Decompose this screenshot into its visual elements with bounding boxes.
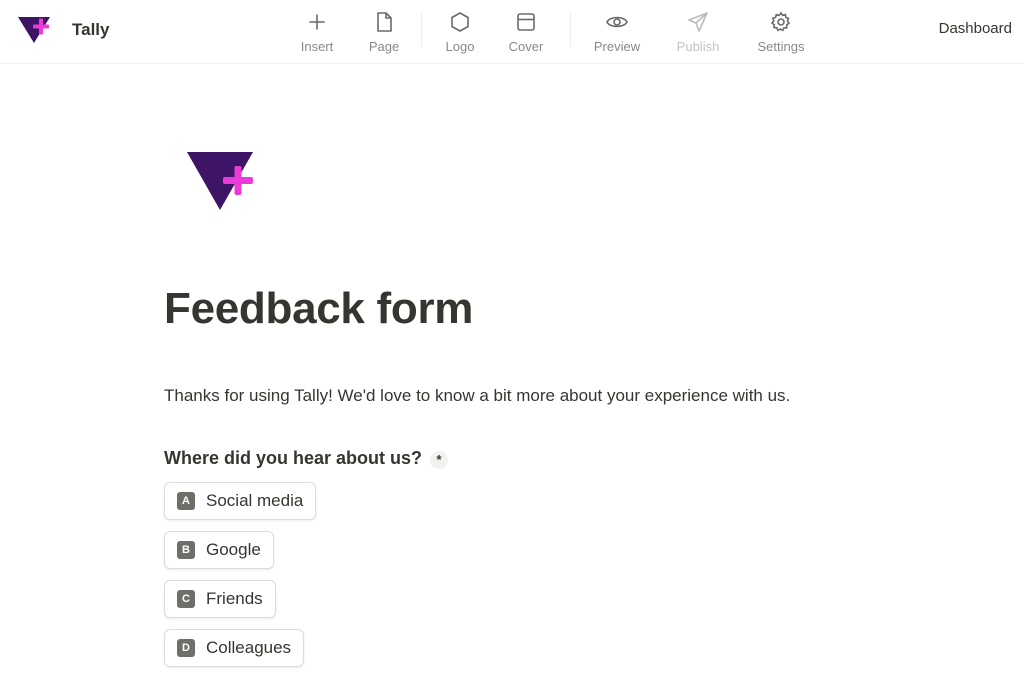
eye-icon <box>605 10 629 34</box>
preview-button[interactable]: Preview <box>579 8 655 56</box>
form-title[interactable]: Feedback form <box>164 284 473 334</box>
publish-label: Publish <box>676 39 720 54</box>
choice-list: A Social media B Google C Friends D Coll… <box>164 482 317 678</box>
option-friends[interactable]: C Friends <box>164 580 276 618</box>
logo-button[interactable]: Logo <box>430 8 490 56</box>
top-bar: Tally Insert Page Logo Cover Preview Pub… <box>0 0 1024 64</box>
insert-button[interactable]: Insert <box>284 8 350 56</box>
cover-icon <box>514 10 538 34</box>
option-colleagues[interactable]: D Colleagues <box>164 629 305 667</box>
form-description[interactable]: Thanks for using Tally! We'd love to kno… <box>164 386 790 406</box>
option-label: Friends <box>206 589 263 608</box>
required-indicator: * <box>430 450 449 469</box>
option-social-media[interactable]: A Social media <box>164 482 317 520</box>
settings-label: Settings <box>757 39 805 54</box>
option-key-badge: D <box>177 639 195 657</box>
tally-logo-icon <box>16 14 52 46</box>
cover-button[interactable]: Cover <box>490 8 562 56</box>
publish-button[interactable]: Publish <box>655 8 741 56</box>
settings-button[interactable]: Settings <box>741 8 821 56</box>
hexagon-icon <box>448 10 472 34</box>
question-text: Where did you hear about us? <box>164 448 423 468</box>
page-icon <box>372 10 396 34</box>
editor-toolbar: Insert Page Logo Cover Preview Publish S… <box>284 8 821 56</box>
question-heading: Where did you hear about us? * <box>164 448 449 469</box>
plus-icon <box>305 10 329 34</box>
option-label: Google <box>206 540 261 559</box>
toolbar-divider <box>570 13 571 47</box>
page-label: Page <box>368 39 400 54</box>
option-label: Colleagues <box>206 638 292 657</box>
page-button[interactable]: Page <box>350 8 418 56</box>
insert-label: Insert <box>300 39 334 54</box>
toolbar-divider <box>421 13 422 47</box>
preview-label: Preview <box>593 39 641 54</box>
cover-label: Cover <box>508 39 544 54</box>
option-label: Social media <box>206 491 304 510</box>
send-icon <box>686 10 710 34</box>
form-logo[interactable] <box>186 150 258 219</box>
option-key-badge: B <box>177 541 195 559</box>
app-name: Tally <box>72 20 110 39</box>
brand[interactable]: Tally <box>16 12 109 48</box>
option-key-badge: A <box>177 492 195 510</box>
logo-label: Logo <box>445 39 475 54</box>
dashboard-link[interactable]: Dashboard <box>939 20 1012 37</box>
option-key-badge: C <box>177 590 195 608</box>
option-google[interactable]: B Google <box>164 531 274 569</box>
gear-icon <box>769 10 793 34</box>
